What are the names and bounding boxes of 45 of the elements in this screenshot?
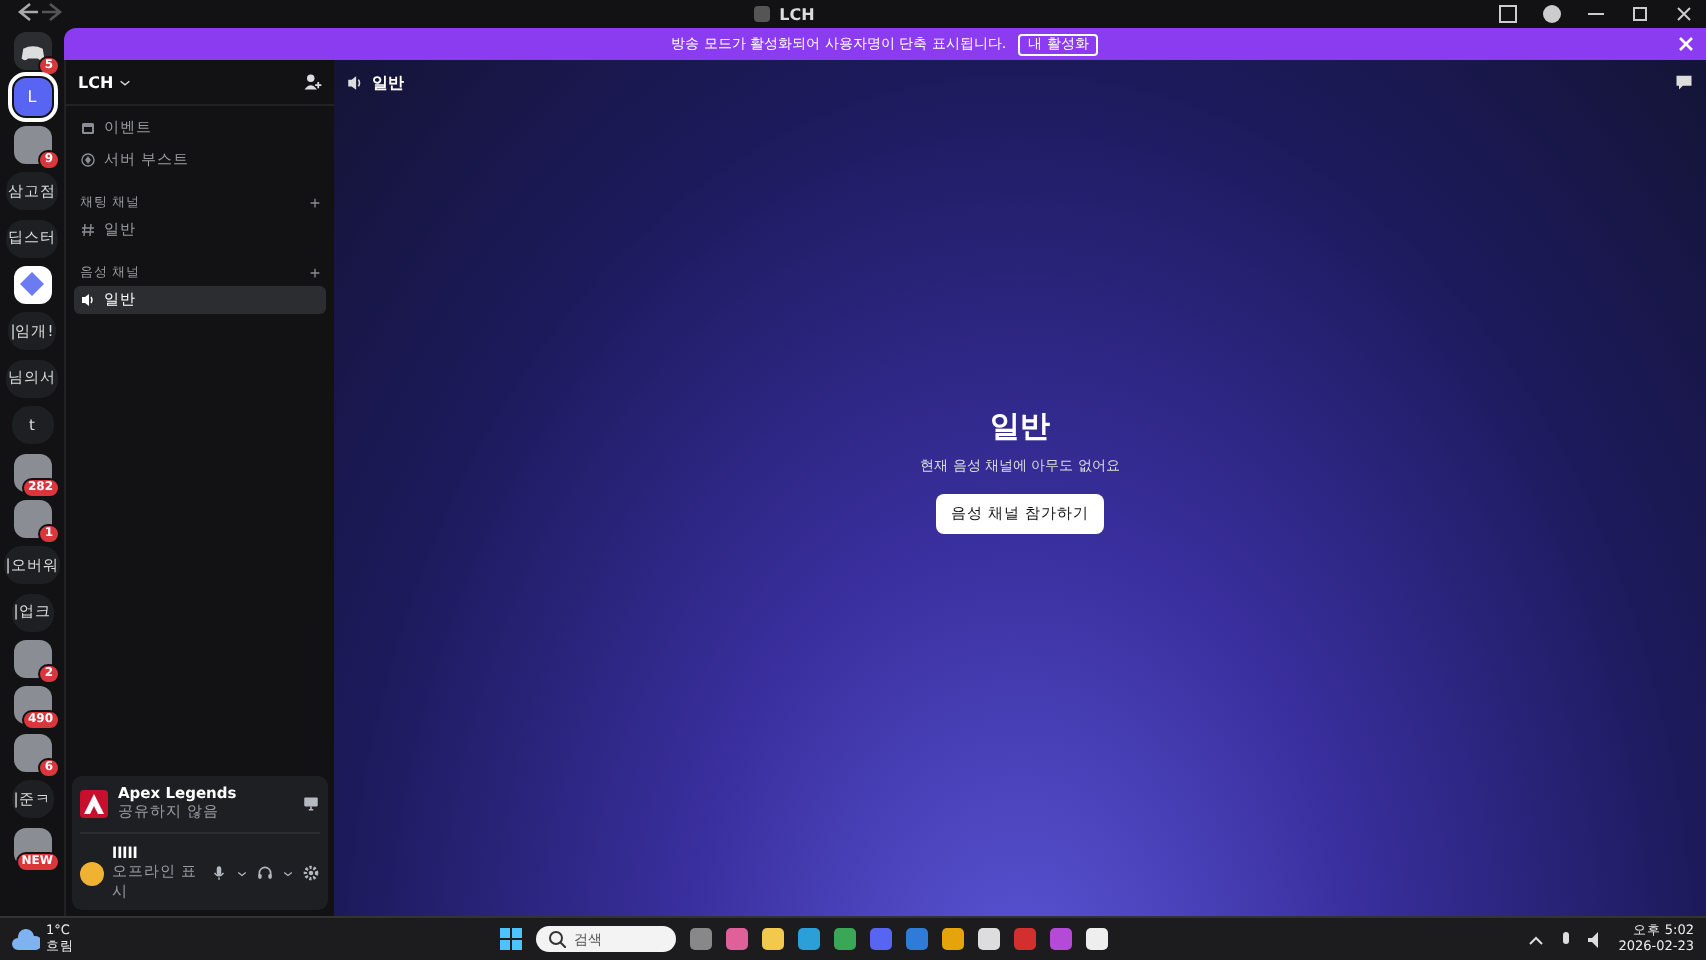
boost-icon <box>80 152 96 168</box>
app-icon <box>762 928 784 950</box>
cloud-icon <box>12 927 40 951</box>
add-channel-icon <box>308 266 322 280</box>
hashtag-icon <box>80 222 96 238</box>
diamond-icon <box>20 272 44 297</box>
app-icon <box>870 928 892 950</box>
close-icon <box>1674 4 1694 24</box>
app-icon <box>942 928 964 950</box>
channel-heading: 일반 <box>990 407 1050 445</box>
speaker-icon <box>80 292 96 308</box>
channel-title: 일반 <box>372 71 404 93</box>
avatar[interactable] <box>80 861 104 885</box>
chat-icon <box>1674 72 1694 92</box>
calendar-icon <box>80 120 96 136</box>
caret-icon <box>117 75 132 89</box>
app-icon <box>690 928 712 950</box>
server-icon[interactable]: L <box>13 78 51 117</box>
maximize-icon <box>1630 4 1650 24</box>
app-icon <box>906 928 928 950</box>
app-icon <box>1014 928 1036 950</box>
settings-icon <box>302 864 320 882</box>
app-icon <box>726 928 748 950</box>
speaker-icon <box>346 73 364 91</box>
chevron-up-icon <box>1528 931 1545 947</box>
app-icon <box>1050 928 1072 950</box>
app-icon <box>798 928 820 950</box>
server-logo[interactable] <box>13 265 51 304</box>
close-icon[interactable] <box>1678 36 1694 52</box>
screen-share-icon <box>302 794 320 812</box>
microphone-icon <box>1558 931 1575 947</box>
invite-person-icon <box>302 72 322 92</box>
search-icon <box>548 930 566 948</box>
app-icon <box>1086 928 1108 950</box>
server-menu-button[interactable]: LCH <box>78 73 132 91</box>
caret-icon <box>282 867 294 879</box>
app-icon <box>834 928 856 950</box>
game-logo-icon <box>80 789 108 817</box>
caret-icon <box>236 867 248 879</box>
window-title: LCH <box>779 5 815 23</box>
add-channel-icon <box>308 196 322 210</box>
headphones-icon <box>256 864 274 882</box>
microphone-icon <box>210 864 228 882</box>
app-icon <box>978 928 1000 950</box>
windows-start-icon <box>500 928 522 950</box>
